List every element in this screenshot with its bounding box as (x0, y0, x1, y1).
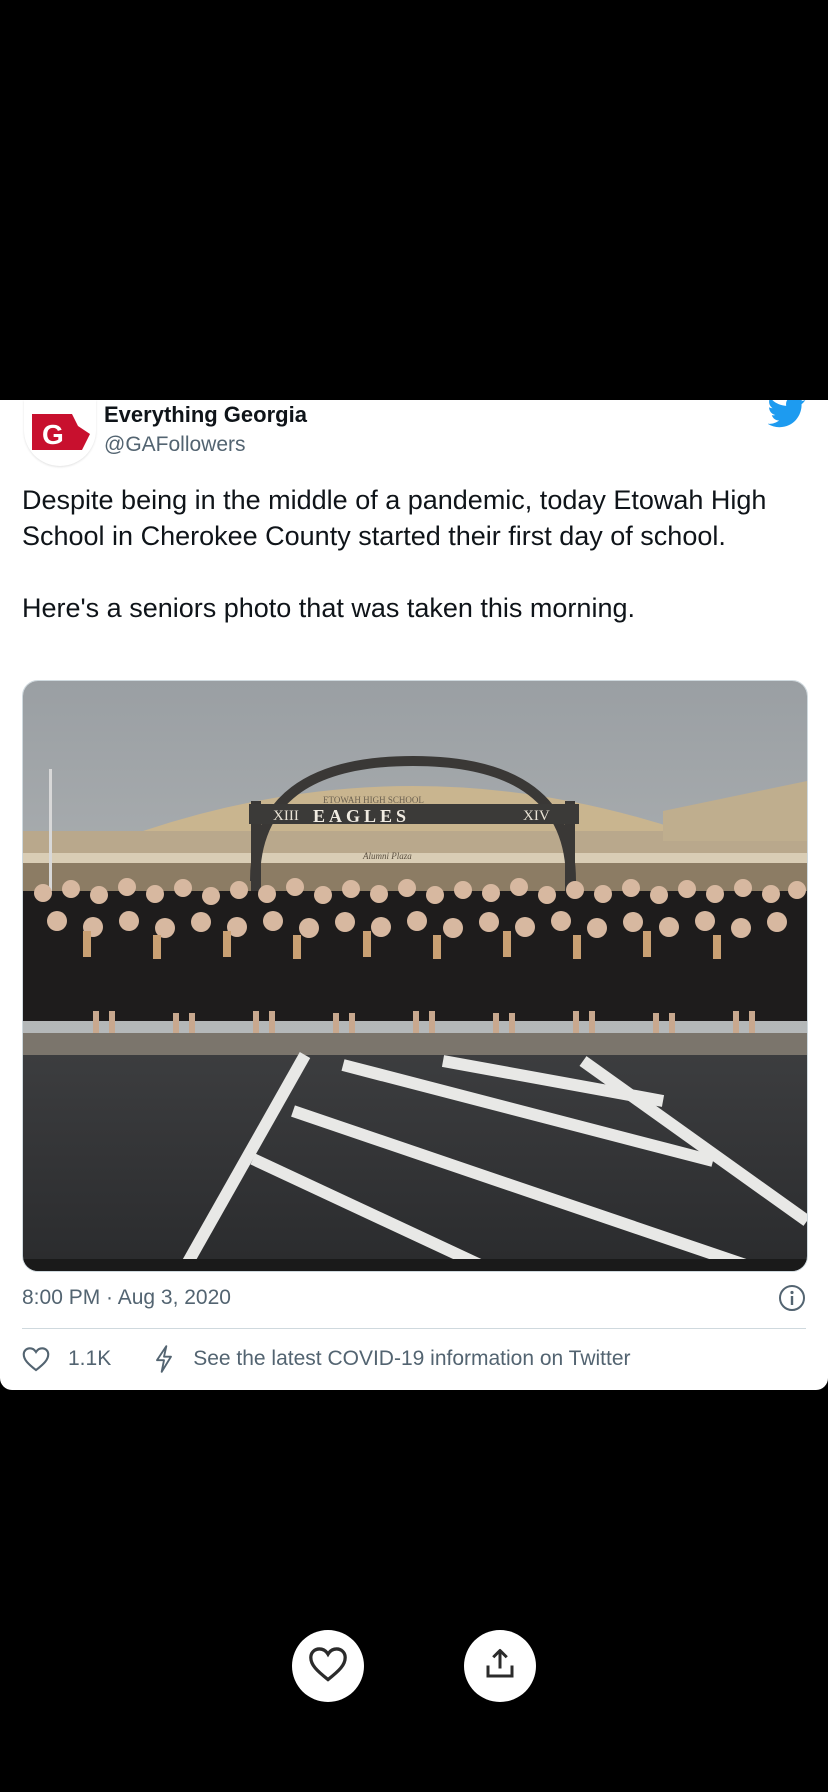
info-icon[interactable] (778, 1284, 806, 1317)
sign-lower: Alumni Plaza (362, 851, 412, 861)
like-count[interactable]: 1.1K (68, 1347, 111, 1371)
covid-info-link[interactable]: See the latest COVID-19 information on T… (193, 1347, 630, 1371)
sign-left: XIII (273, 808, 299, 824)
tweet-timestamp[interactable]: 8:00 PM · Aug 3, 2020 (22, 1286, 231, 1310)
divider (22, 1328, 806, 1329)
like-button[interactable] (292, 1630, 364, 1702)
heart-icon[interactable] (22, 1346, 50, 1372)
tweet-photo[interactable]: XIII EAGLES XIV ETOWAH HIGH SCHOOL Alumn… (22, 680, 808, 1272)
avatar[interactable]: G (24, 400, 96, 466)
share-button[interactable] (464, 1630, 536, 1702)
tweet-card[interactable]: G Everything Georgia @GAFollowers Despit… (0, 400, 828, 1390)
share-icon (482, 1646, 518, 1687)
user-handle[interactable]: @GAFollowers (104, 433, 246, 457)
sign-main: EAGLES (313, 806, 410, 826)
sign-upper: ETOWAH HIGH SCHOOL (323, 795, 424, 805)
tweet-text: Despite being in the middle of a pandemi… (22, 485, 767, 623)
sign-right: XIV (523, 808, 550, 824)
bolt-icon[interactable] (153, 1345, 175, 1373)
twitter-bird-icon[interactable] (767, 400, 806, 433)
heart-icon (308, 1646, 348, 1687)
display-name[interactable]: Everything Georgia (104, 402, 307, 428)
avatar-letter: G (42, 419, 64, 450)
tweet-actions: 1.1K See the latest COVID-19 information… (22, 1344, 631, 1374)
